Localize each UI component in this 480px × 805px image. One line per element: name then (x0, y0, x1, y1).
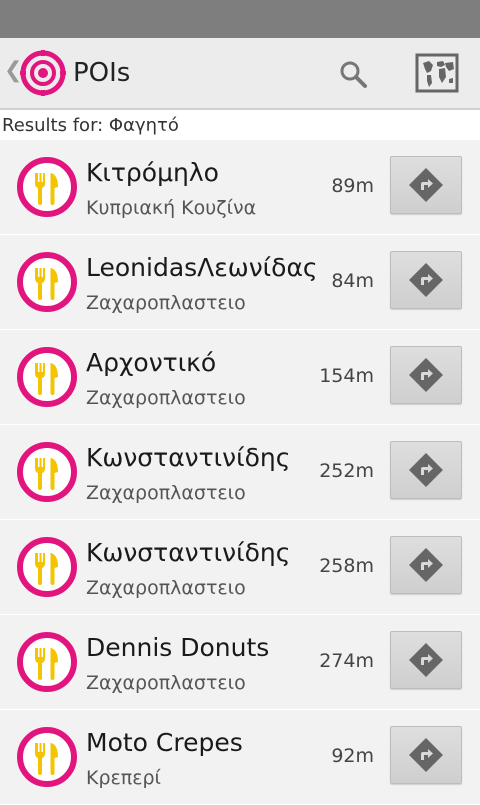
fork-knife-icon (17, 442, 77, 502)
directions-button[interactable] (390, 346, 462, 404)
directions-icon (409, 263, 443, 297)
fork-knife-icon (17, 157, 77, 217)
poi-name: Κωνσταντινίδης (86, 443, 291, 472)
directions-button[interactable] (390, 441, 462, 499)
poi-distance: 258m (319, 555, 374, 577)
directions-button[interactable] (390, 726, 462, 784)
poi-category: Ζαχαροπλαστειο (86, 482, 246, 504)
action-bar: ❮ POIs (0, 38, 480, 110)
results-header: Results for: Φαγητό (0, 110, 480, 140)
poi-distance: 89m (331, 175, 374, 197)
poi-category: Ζαχαροπλαστειο (86, 672, 246, 694)
list-item[interactable]: Dennis Donuts Ζαχαροπλαστειο 274m (0, 615, 480, 710)
poi-name: Dennis Donuts (86, 633, 270, 662)
search-button[interactable] (330, 54, 376, 94)
poi-category: Ζαχαροπλαστειο (86, 292, 246, 314)
poi-distance: 274m (319, 650, 374, 672)
poi-distance: 154m (319, 365, 374, 387)
directions-button[interactable] (390, 156, 462, 214)
directions-button[interactable] (390, 536, 462, 594)
poi-distance: 252m (319, 460, 374, 482)
poi-category: Ζαχαροπλαστειο (86, 577, 246, 599)
poi-name: LeonidasΛεωνίδας (86, 253, 318, 282)
poi-name: Αρχοντικό (86, 348, 217, 377)
list-item[interactable]: LeonidasΛεωνίδας Ζαχαροπλαστειο 84m (0, 235, 480, 330)
poi-category: Κυπριακή Κουζίνα (86, 197, 257, 219)
list-item[interactable]: Moto Crepes Κρεπερί 92m (0, 710, 480, 805)
poi-distance: 92m (331, 745, 374, 767)
directions-icon (409, 358, 443, 392)
poi-list: Κιτρόμηλο Κυπριακή Κουζίνα 89m LeonidasΛ… (0, 140, 480, 805)
results-label: Results for: Φαγητό (2, 115, 179, 136)
directions-icon (409, 643, 443, 677)
directions-icon (409, 453, 443, 487)
directions-button[interactable] (390, 251, 462, 309)
fork-knife-icon (17, 252, 77, 312)
directions-icon (409, 738, 443, 772)
poi-name: Κιτρόμηλο (86, 158, 219, 187)
world-map-icon (415, 53, 459, 93)
status-bar (0, 0, 480, 39)
fork-knife-icon (17, 727, 77, 787)
poi-name: Moto Crepes (86, 728, 243, 757)
target-logo-icon[interactable] (20, 50, 66, 96)
list-item[interactable]: Αρχοντικό Ζαχαροπλαστειο 154m (0, 330, 480, 425)
list-item[interactable]: Κωνσταντινίδης Ζαχαροπλαστειο 252m (0, 425, 480, 520)
map-button[interactable] (414, 52, 460, 94)
poi-distance: 84m (331, 270, 374, 292)
list-item[interactable]: Κιτρόμηλο Κυπριακή Κουζίνα 89m (0, 140, 480, 235)
app-title: POIs (73, 58, 131, 88)
search-icon (340, 61, 367, 88)
fork-knife-icon (17, 632, 77, 692)
poi-category: Κρεπερί (86, 767, 161, 789)
list-item[interactable]: Κωνσταντινίδης Ζαχαροπλαστειο 258m (0, 520, 480, 615)
fork-knife-icon (17, 537, 77, 597)
directions-button[interactable] (390, 631, 462, 689)
directions-icon (409, 168, 443, 202)
poi-name: Κωνσταντινίδης (86, 538, 291, 567)
fork-knife-icon (17, 347, 77, 407)
poi-category: Ζαχαροπλαστειο (86, 387, 246, 409)
directions-icon (409, 548, 443, 582)
